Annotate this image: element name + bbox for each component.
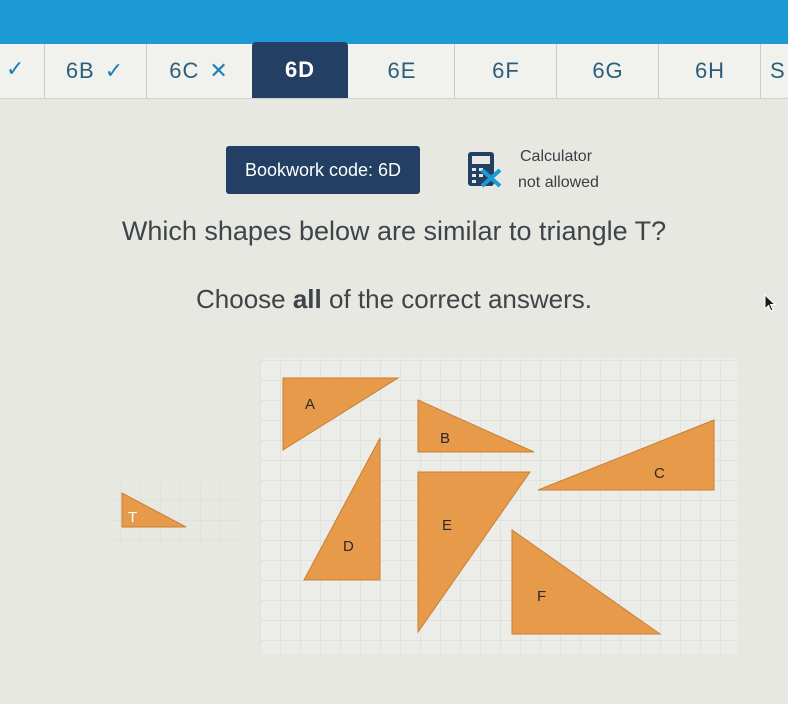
shapes-diagram: T A B C D E F — [110, 358, 738, 654]
shape-label-f: F — [537, 588, 546, 605]
shape-label-e: E — [442, 517, 452, 534]
shape-label-a: A — [305, 396, 315, 413]
shape-label-t: T — [128, 509, 137, 526]
shape-label-b: B — [440, 430, 450, 447]
shape-label-d: D — [343, 538, 354, 555]
shape-label-c: C — [654, 465, 665, 482]
